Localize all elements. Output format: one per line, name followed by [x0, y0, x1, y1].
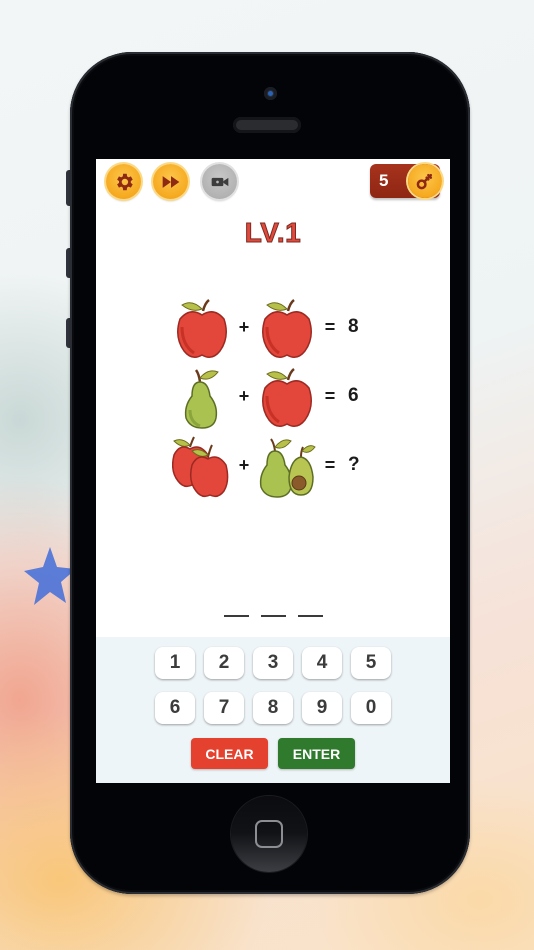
keys-count: 5 — [379, 171, 389, 190]
two-apples-icon — [172, 436, 229, 498]
equation-row: + = ? — [96, 435, 450, 499]
unknown-result: ? — [348, 454, 360, 475]
video-camera-icon — [211, 177, 228, 186]
level-title: LV.1 — [244, 217, 302, 249]
equation-result: 8 — [348, 316, 359, 337]
equation-row: + = 6 — [96, 366, 450, 430]
watch-video-button[interactable] — [202, 164, 237, 199]
pear-icon — [184, 369, 219, 429]
apple-icon — [262, 368, 312, 427]
plus-operator: + — [238, 317, 250, 337]
key-4[interactable]: 4 — [302, 647, 342, 679]
equals-sign: = — [324, 317, 336, 337]
number-keypad: 1 2 3 4 5 6 7 8 9 0 CLEAR ENTER — [96, 637, 450, 783]
keys-counter[interactable]: 5 — [370, 164, 442, 198]
key-6[interactable]: 6 — [155, 692, 195, 724]
gear-icon — [116, 173, 133, 190]
settings-button[interactable] — [106, 164, 141, 199]
equation-result: 6 — [348, 385, 359, 406]
key-0[interactable]: 0 — [351, 692, 391, 724]
apple-icon — [177, 299, 227, 358]
pear-and-avocado-icon — [259, 438, 316, 498]
front-camera — [264, 87, 277, 100]
answer-slot — [297, 615, 323, 617]
earpiece-speaker — [233, 117, 301, 133]
equals-sign: = — [324, 455, 336, 475]
key-icon — [416, 173, 433, 190]
answer-input[interactable] — [96, 615, 450, 617]
home-square-icon — [255, 820, 283, 848]
fast-forward-icon — [162, 175, 179, 188]
equals-sign: = — [324, 386, 336, 406]
game-screen: 5 LV.1 + = 8 + = 6 + = ? 1 2 3 4 5 6 7 8… — [96, 159, 450, 783]
get-keys-button[interactable] — [408, 164, 442, 198]
clear-button[interactable]: CLEAR — [191, 738, 268, 769]
key-3[interactable]: 3 — [253, 647, 293, 679]
plus-operator: + — [238, 455, 250, 475]
answer-slot — [223, 615, 249, 617]
key-9[interactable]: 9 — [302, 692, 342, 724]
enter-button[interactable]: ENTER — [278, 738, 355, 769]
answer-slot — [260, 615, 286, 617]
apple-icon — [262, 299, 312, 358]
equation-row: + = 8 — [96, 297, 450, 361]
home-button[interactable] — [231, 796, 307, 872]
key-7[interactable]: 7 — [204, 692, 244, 724]
key-8[interactable]: 8 — [253, 692, 293, 724]
skip-level-button[interactable] — [153, 164, 188, 199]
key-1[interactable]: 1 — [155, 647, 195, 679]
key-5[interactable]: 5 — [351, 647, 391, 679]
plus-operator: + — [238, 386, 250, 406]
key-2[interactable]: 2 — [204, 647, 244, 679]
